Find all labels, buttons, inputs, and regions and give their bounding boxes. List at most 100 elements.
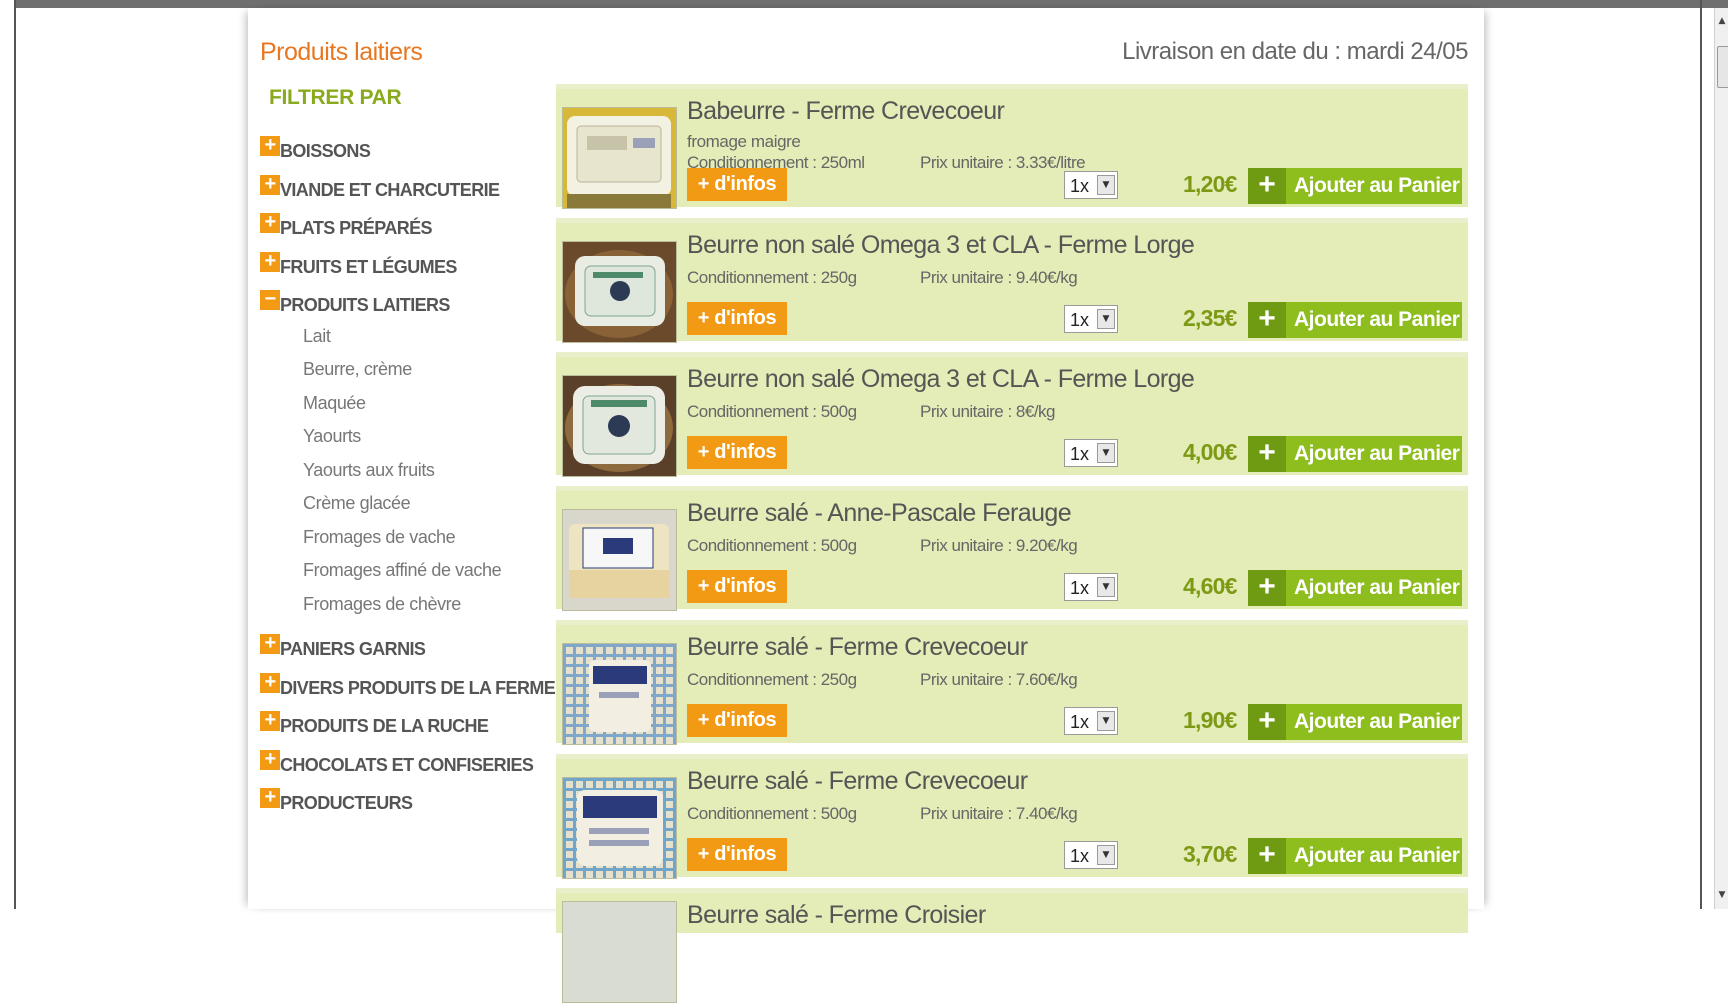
more-info-button[interactable]: + d'infos [687, 168, 787, 201]
category-item[interactable]: + PANIERS GARNIS [260, 630, 520, 669]
product-name[interactable]: Beurre salé - Ferme Crevecoeur [687, 767, 1028, 796]
category-item[interactable]: − PRODUITS LAITIERS [260, 286, 520, 325]
category-item[interactable]: + PLATS PRÉPARÉS [260, 209, 520, 248]
subcategory-item[interactable]: Crème glacée [260, 492, 520, 526]
category-item[interactable]: + PRODUCTEURS [260, 784, 520, 823]
subcategory-item[interactable]: Maquée [260, 392, 520, 426]
category-item[interactable]: + DIVERS PRODUITS DE LA FERME [260, 669, 556, 708]
window-right-border [1700, 0, 1702, 909]
product-image[interactable] [562, 241, 677, 343]
product-image[interactable] [562, 375, 677, 477]
more-info-button[interactable]: + d'infos [687, 570, 787, 603]
product-image[interactable] [562, 509, 677, 611]
scroll-down-icon[interactable]: ▼ [1715, 888, 1728, 902]
subcategory-item[interactable]: Fromages de vache [260, 526, 520, 560]
expand-icon[interactable]: + [260, 212, 280, 233]
category-label[interactable]: PANIERS GARNIS [280, 639, 426, 660]
category-label[interactable]: DIVERS PRODUITS DE LA FERME [280, 678, 556, 699]
expand-icon[interactable]: + [260, 135, 280, 156]
window-left-border [0, 0, 16, 909]
scroll-thumb[interactable] [1717, 46, 1728, 88]
dropdown-arrow-icon[interactable]: ▼ [1097, 443, 1115, 463]
quantity-select[interactable]: 1x ▼ [1064, 573, 1118, 601]
add-to-cart-button[interactable]: + Ajouter au Panier [1248, 302, 1462, 338]
expand-icon[interactable]: + [260, 174, 280, 195]
subcategory-item[interactable]: Fromages affiné de vache [260, 559, 520, 593]
plus-icon: + [1248, 302, 1286, 338]
quantity-select[interactable]: 1x ▼ [1064, 707, 1118, 735]
category-label[interactable]: PRODUCTEURS [280, 793, 413, 814]
category-item[interactable]: + VIANDE ET CHARCUTERIE [260, 171, 520, 210]
category-item[interactable]: + CHOCOLATS ET CONFISERIES [260, 746, 534, 785]
product-packaging: Conditionnement : 250g [687, 268, 857, 287]
quantity-value: 1x [1070, 846, 1090, 866]
product-name[interactable]: Beurre non salé Omega 3 et CLA - Ferme L… [687, 365, 1195, 394]
expand-icon[interactable]: + [260, 710, 280, 731]
category-label[interactable]: PRODUITS DE LA RUCHE [280, 716, 489, 737]
category-title: Produits laitiers [260, 38, 423, 66]
product-image[interactable] [562, 777, 677, 879]
category-item[interactable]: + PRODUITS DE LA RUCHE [260, 707, 520, 746]
category-label[interactable]: PLATS PRÉPARÉS [280, 218, 433, 239]
product-description: fromage maigre [687, 132, 801, 151]
subcategory-item[interactable]: Lait [260, 325, 520, 359]
dropdown-arrow-icon[interactable]: ▼ [1097, 577, 1115, 597]
quantity-select[interactable]: 1x ▼ [1064, 841, 1118, 869]
product-image[interactable] [562, 901, 677, 1003]
product-card: Beurre salé - Ferme Croisier [556, 888, 1468, 1003]
collapse-icon[interactable]: − [260, 289, 280, 310]
subcategory-item[interactable]: Yaourts aux fruits [260, 459, 520, 493]
product-name[interactable]: Beurre salé - Ferme Crevecoeur [687, 633, 1028, 662]
dropdown-arrow-icon[interactable]: ▼ [1097, 845, 1115, 865]
add-to-cart-label: Ajouter au Panier [1294, 710, 1460, 733]
category-item[interactable]: + FRUITS ET LÉGUMES [260, 248, 520, 287]
product-name[interactable]: Beurre non salé Omega 3 et CLA - Ferme L… [687, 231, 1195, 260]
expand-icon[interactable]: + [260, 251, 280, 272]
subcategory-item[interactable]: Yaourts [260, 425, 520, 459]
vertical-scrollbar[interactable]: ▲ ▼ [1714, 8, 1728, 909]
product-image[interactable] [562, 107, 677, 209]
product-image[interactable] [562, 643, 677, 745]
product-unit-price: Prix unitaire : 8€/kg [920, 402, 1056, 421]
add-to-cart-button[interactable]: + Ajouter au Panier [1248, 704, 1462, 740]
quantity-select[interactable]: 1x ▼ [1064, 439, 1118, 467]
dropdown-arrow-icon[interactable]: ▼ [1097, 711, 1115, 731]
expand-icon[interactable]: + [260, 787, 280, 808]
expand-icon[interactable]: + [260, 672, 280, 693]
add-to-cart-button[interactable]: + Ajouter au Panier [1248, 436, 1462, 472]
category-label[interactable]: CHOCOLATS ET CONFISERIES [280, 755, 534, 776]
category-label[interactable]: VIANDE ET CHARCUTERIE [280, 180, 500, 201]
product-price: 4,00€ [1183, 439, 1237, 465]
quantity-select[interactable]: 1x ▼ [1064, 171, 1118, 199]
add-to-cart-button[interactable]: + Ajouter au Panier [1248, 570, 1462, 606]
add-to-cart-button[interactable]: + Ajouter au Panier [1248, 168, 1462, 204]
add-to-cart-label: Ajouter au Panier [1294, 308, 1460, 331]
dropdown-arrow-icon[interactable]: ▼ [1097, 309, 1115, 329]
product-packaging: Conditionnement : 250g [687, 670, 857, 689]
product-price: 1,20€ [1183, 171, 1237, 197]
add-to-cart-button[interactable]: + Ajouter au Panier [1248, 838, 1462, 874]
category-label[interactable]: FRUITS ET LÉGUMES [280, 257, 457, 278]
category-label[interactable]: BOISSONS [280, 141, 371, 162]
subcategory-item[interactable]: Beurre, crème [260, 358, 520, 392]
scroll-up-icon[interactable]: ▲ [1715, 14, 1728, 28]
subcategory-item[interactable]: Fromages de chèvre [260, 593, 520, 627]
product-packaging: Conditionnement : 500g [687, 402, 857, 421]
plus-icon: + [1248, 704, 1286, 740]
quantity-select[interactable]: 1x ▼ [1064, 305, 1118, 333]
category-label[interactable]: PRODUITS LAITIERS [280, 295, 450, 316]
more-info-button[interactable]: + d'infos [687, 704, 787, 737]
more-info-button[interactable]: + d'infos [687, 838, 787, 871]
category-item[interactable]: + BOISSONS [260, 132, 520, 171]
product-name[interactable]: Beurre salé - Anne-Pascale Ferauge [687, 499, 1072, 528]
product-name[interactable]: Babeurre - Ferme Crevecoeur [687, 97, 1005, 126]
dropdown-arrow-icon[interactable]: ▼ [1097, 175, 1115, 195]
product-name[interactable]: Beurre salé - Ferme Croisier [687, 901, 986, 930]
expand-icon[interactable]: + [260, 749, 280, 770]
subcategory-list: Lait Beurre, crème Maquée Yaourts Yaourts au… [260, 325, 520, 627]
more-info-button[interactable]: + d'infos [687, 302, 787, 335]
product-price: 4,60€ [1183, 573, 1237, 599]
more-info-button[interactable]: + d'infos [687, 436, 787, 469]
product-unit-price: Prix unitaire : 7.60€/kg [920, 670, 1078, 689]
expand-icon[interactable]: + [260, 633, 280, 654]
